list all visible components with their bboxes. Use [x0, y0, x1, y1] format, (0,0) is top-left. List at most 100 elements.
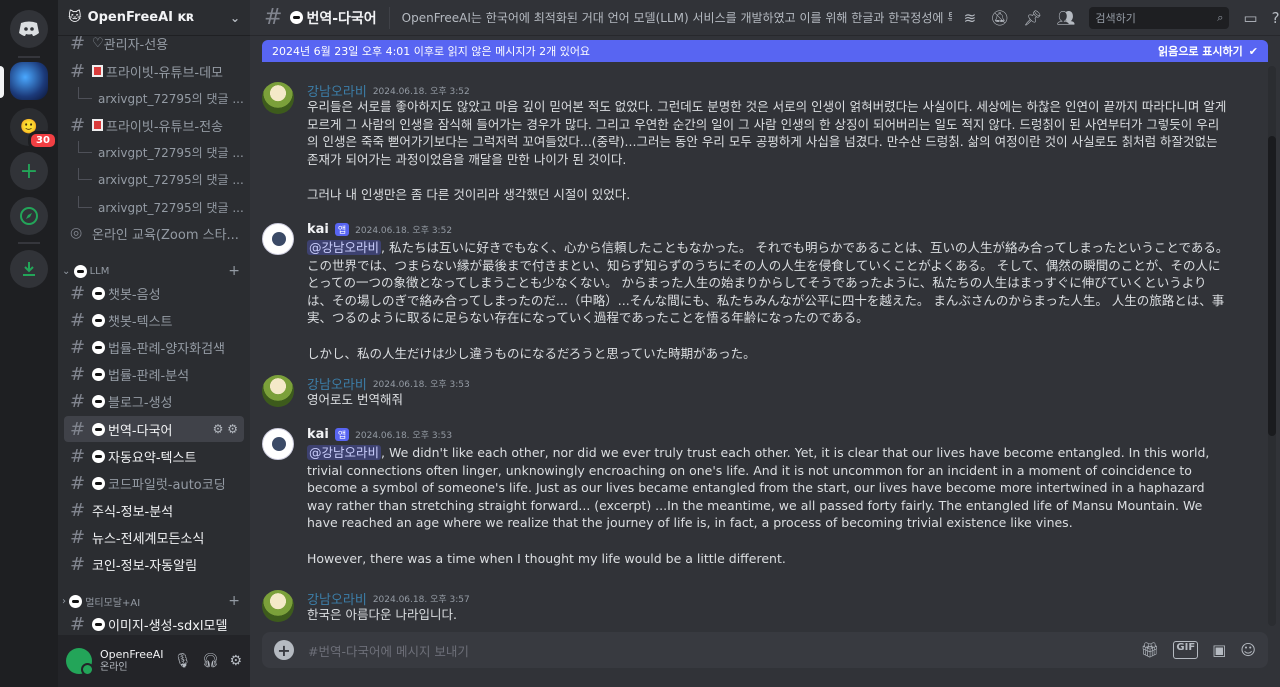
message: 강남오라비 2024.06.18. 오후 3:52 우리들은 서로를 좋아하지도… — [250, 66, 1240, 206]
category-llm[interactable]: ⌄ LLM + — [62, 262, 240, 280]
thread-label: arxivgpt_72795의 댓글 ... — [98, 91, 244, 106]
category-label: LLM — [89, 265, 110, 277]
channel-law-analysis[interactable]: # 법률-판례-분석 — [64, 361, 244, 387]
channel-blog-gen[interactable]: # 블로그-생성 — [64, 388, 244, 414]
channel-coin[interactable]: # 코인-정보-자동알림 — [64, 551, 244, 577]
emoji-picker-icon[interactable]: ☺ — [1240, 641, 1256, 659]
chat-main: # 번역-다국어 OpenFreeAI는 한국어에 최적화된 거대 언어 모델(… — [250, 0, 1280, 687]
threads-icon[interactable]: ≋ — [964, 9, 977, 27]
channel-translate[interactable]: # 번역-다국어 ⚙︎ ⚙ — [64, 416, 244, 442]
emoji-icon — [92, 340, 105, 354]
shield-icon: ♡ — [92, 35, 104, 51]
active-server-indicator — [0, 66, 4, 98]
member-list-icon[interactable]: 👥︎ — [1056, 9, 1075, 27]
help-icon[interactable]: ? — [1272, 9, 1280, 27]
mark-as-read-button[interactable]: 읽음으로 표시하기 — [1158, 43, 1243, 59]
message-text: 한국은 아름다운 나라입니다. — [307, 607, 457, 622]
channel-online-edu[interactable]: ◎ 온라인 교육(Zoom 스타... — [64, 220, 244, 246]
scrollbar-thumb[interactable] — [1268, 136, 1276, 436]
channel-admin[interactable]: # ♡ 관리자-선용 — [64, 30, 244, 56]
headphones-icon[interactable]: 🎧︎ — [202, 653, 220, 669]
add-channel-icon[interactable]: + — [228, 593, 240, 609]
download-apps-button[interactable] — [10, 250, 48, 288]
channel-label: 코드파일럿-auto코딩 — [108, 477, 226, 493]
channel-label: 법률-판례-분석 — [108, 368, 190, 384]
hash-icon: # — [70, 613, 86, 635]
hash-icon: # — [70, 445, 86, 467]
message-text: 우리들은 서로를 좋아하지도 않았고 마음 깊이 믿어본 적도 없었다. 그런데… — [307, 99, 1227, 167]
user-status: 온라인 — [100, 661, 128, 673]
message-input[interactable]: #번역-다국어에 메시지 보내기 — [308, 641, 469, 660]
channel-private-youtube-send[interactable]: # 프라이빗-유튜브-전송 — [64, 112, 244, 138]
avatar[interactable] — [262, 375, 294, 407]
avatar[interactable] — [262, 82, 294, 114]
channel-chatbot-text[interactable]: # 챗봇-텍스트 — [64, 307, 244, 333]
mention-badge: 30 — [28, 131, 58, 150]
search-input[interactable]: 검색하기 ⌕ — [1089, 6, 1230, 29]
avatar[interactable] — [262, 223, 294, 255]
emoji-icon — [92, 449, 105, 463]
channel-image-gen[interactable]: # 이미지-생성-sdxl모델 — [64, 611, 244, 637]
message: kai 앱 2024.06.18. 오후 3:53 @강남오라비, We did… — [250, 412, 1240, 574]
add-channel-icon[interactable]: + — [228, 263, 240, 279]
server-rail: 🙂 30 + — [0, 0, 58, 687]
channel-stock[interactable]: # 주식-정보-분석 — [64, 497, 244, 523]
username: OpenFreeAI — [100, 648, 164, 662]
inbox-icon[interactable]: ▭ — [1243, 9, 1257, 27]
microphone-icon[interactable]: 🎙︎ — [174, 653, 192, 669]
timestamp: 2024.06.18. 오후 3:57 — [372, 595, 470, 605]
author-name[interactable]: kai — [307, 427, 329, 442]
sticker-icon[interactable]: ▣ — [1212, 641, 1226, 659]
channel-label: 코인-정보-자동알림 — [92, 558, 198, 574]
channel-law-quantum[interactable]: # 법률-판례-양자화검색 — [64, 334, 244, 360]
avatar[interactable] — [262, 590, 294, 622]
scrollbar[interactable] — [1268, 66, 1276, 626]
thread-item[interactable]: arxivgpt_72795의 댓글 ... — [78, 86, 244, 110]
gift-icon[interactable]: 🎁︎ — [1140, 641, 1159, 659]
channel-copilot[interactable]: # 코드파일럿-auto코딩 — [64, 470, 244, 496]
channel-label: 온라인 교육(Zoom 스타... — [92, 227, 239, 243]
server-openfreeai[interactable] — [10, 62, 48, 100]
gear-icon[interactable]: ⚙ — [229, 653, 242, 669]
message: 강남오라비 2024.06.18. 오후 3:53 영어로도 번역해줘 — [250, 359, 1240, 413]
message-composer[interactable]: + #번역-다국어에 메시지 보내기 🎁︎ GIF ▣ ☺ — [262, 632, 1268, 668]
new-messages-text: 2024년 6월 23일 오후 4:01 이후로 읽지 않은 메시지가 2개 있… — [272, 45, 591, 58]
avatar[interactable] — [262, 428, 294, 460]
user-meta[interactable]: OpenFreeAI 온라인 — [100, 648, 164, 673]
user-mention[interactable]: @강남오라비 — [307, 445, 382, 460]
hash-icon: # — [70, 499, 86, 521]
emoji-icon — [290, 11, 304, 24]
author-name[interactable]: kai — [307, 222, 329, 237]
tv-icon — [92, 65, 103, 77]
discord-home-button[interactable] — [10, 10, 48, 48]
channel-label: 자동요약-텍스트 — [108, 450, 197, 466]
channel-auto-summary[interactable]: # 자동요약-텍스트 — [64, 443, 244, 469]
channel-chatbot-voice[interactable]: # 챗봇-음성 — [64, 280, 244, 306]
channel-topic[interactable]: OpenFreeAI는 한국어에 최적화된 거대 언어 모델(LLM) 서비스를… — [402, 9, 952, 26]
message-content: 영어로도 번역해줘 — [307, 391, 1229, 409]
thread-item[interactable]: arxivgpt_72795의 댓글 ... — [78, 167, 244, 191]
channel-settings-icons[interactable]: ⚙︎ ⚙ — [213, 422, 244, 436]
pin-icon[interactable]: 📌︎ — [1023, 9, 1042, 27]
avatar[interactable] — [66, 648, 94, 676]
attach-plus-icon[interactable]: + — [274, 640, 294, 660]
gif-button[interactable]: GIF — [1173, 641, 1199, 659]
message-content: 한국은 아름다운 나라입니다. — [307, 606, 1229, 624]
notification-mute-icon[interactable]: 🔕︎ — [990, 9, 1009, 27]
hash-icon: # — [70, 309, 86, 331]
category-multimodal[interactable]: › 멀티모달+AI + — [62, 592, 240, 610]
add-server-button[interactable]: + — [10, 152, 48, 190]
message-text: 그러나 내 인생만은 좀 다른 것이리라 생각했던 시절이 있었다. — [307, 186, 631, 202]
thread-item[interactable]: arxivgpt_72795의 댓글 ... — [78, 195, 244, 219]
thread-item[interactable]: arxivgpt_72795의 댓글 ... — [78, 140, 244, 164]
user-mention[interactable]: @강남오라비 — [307, 240, 382, 255]
discord-window: 🙂 30 + 🐱 OpenFreeAI ᴋʀ ⌄ # ♡ 관리자-선용 # 프라이빗-… — [0, 0, 1280, 687]
new-messages-bar[interactable]: 2024년 6월 23일 오후 4:01 이후로 읽지 않은 메시지가 2개 있… — [262, 40, 1268, 62]
message-list: 강남오라비 2024.06.18. 오후 3:52 우리들은 서로를 좋아하지도… — [250, 66, 1280, 626]
explore-servers-button[interactable] — [10, 197, 48, 235]
channel-label: 챗봇-텍스트 — [108, 314, 173, 330]
channel-private-youtube-demo[interactable]: # 프라이빗-유튜브-데모 — [64, 58, 244, 84]
message-content: 우리들은 서로를 좋아하지도 않았고 마음 깊이 믿어본 적도 없었다. 그런데… — [307, 98, 1229, 204]
channel-label: 블로그-생성 — [108, 395, 173, 411]
channel-news[interactable]: # 뉴스-전세계모든소식 — [64, 524, 244, 550]
